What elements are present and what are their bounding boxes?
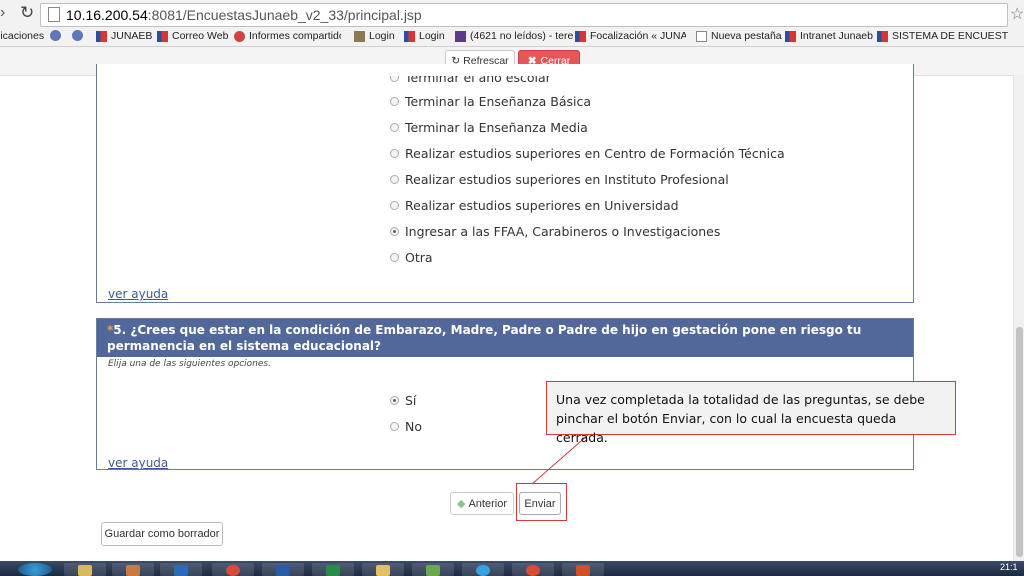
taskbar-app[interactable]	[160, 563, 202, 576]
taskbar-app[interactable]	[212, 563, 254, 576]
taskbar-app[interactable]	[362, 563, 404, 576]
taskbar-app[interactable]	[412, 563, 454, 576]
start-button[interactable]	[18, 563, 52, 576]
notes-icon	[376, 565, 390, 576]
previous-button[interactable]: ◆ Anterior	[450, 492, 514, 515]
skype-icon	[476, 565, 490, 576]
instruction-callout: Una vez completada la totalidad de las p…	[546, 381, 956, 445]
arrow-left-icon: ◆	[457, 498, 466, 510]
taskbar-app[interactable]	[112, 563, 154, 576]
taskbar-app[interactable]	[562, 563, 604, 576]
taskbar-app[interactable]	[312, 563, 354, 576]
word-icon	[276, 565, 290, 576]
chrome-icon	[226, 565, 240, 576]
save-draft-button[interactable]: Guardar como borrador	[101, 522, 223, 546]
taskbar-app[interactable]	[262, 563, 304, 576]
send-button[interactable]: Enviar	[519, 492, 561, 515]
chrome-icon	[526, 565, 540, 576]
folder-icon	[78, 565, 92, 576]
outlook-icon	[174, 565, 188, 576]
app-icon	[426, 565, 440, 576]
powerpoint-icon	[576, 565, 590, 576]
excel-icon	[326, 565, 340, 576]
taskbar-app[interactable]	[512, 563, 554, 576]
app-icon	[126, 565, 140, 576]
taskbar-clock: 21:1	[1000, 562, 1018, 572]
taskbar-app[interactable]	[462, 563, 504, 576]
taskbar-app[interactable]	[64, 563, 106, 576]
scrollbar-thumb[interactable]	[1016, 327, 1023, 557]
callout-connector-line	[531, 434, 589, 485]
os-taskbar: 21:1	[0, 561, 1024, 576]
vertical-scrollbar[interactable]	[1013, 75, 1024, 561]
